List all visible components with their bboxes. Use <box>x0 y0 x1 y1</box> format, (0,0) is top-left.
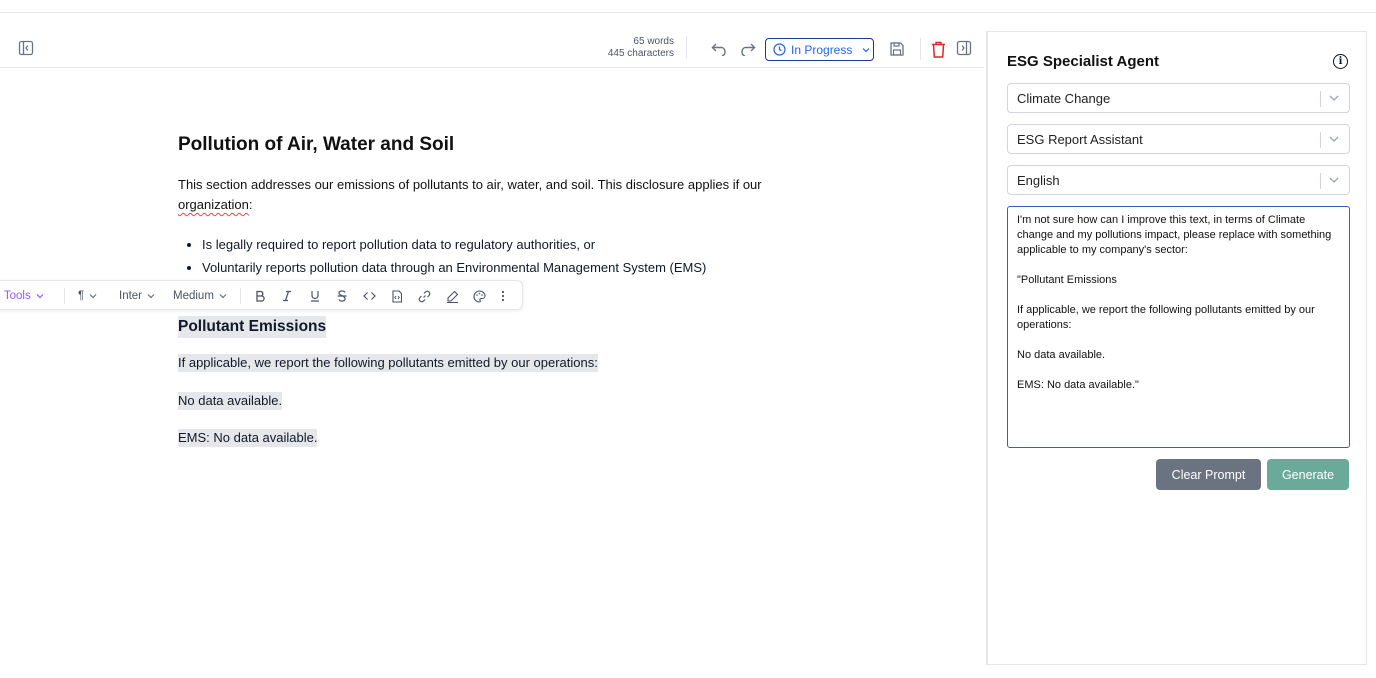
underline-icon <box>311 291 319 302</box>
characters-count: 445 characters <box>607 48 674 59</box>
status-label: In Progress <box>791 42 853 57</box>
word-count: 65 words 445 characters <box>608 36 674 60</box>
panel-left-icon <box>18 40 34 56</box>
code-block-button[interactable] <box>391 281 403 311</box>
delete-button[interactable] <box>928 39 948 59</box>
text-color-button[interactable] <box>473 281 486 311</box>
undo-button[interactable] <box>709 39 729 59</box>
toolbar-divider <box>686 36 687 58</box>
panel-title: ESG Specialist Agent <box>1007 53 1159 70</box>
language-select-value: English <box>1017 172 1060 188</box>
clock-icon <box>773 43 786 56</box>
select-divider <box>1320 173 1321 189</box>
chevron-down-icon <box>1329 136 1339 142</box>
link-button[interactable] <box>418 281 431 311</box>
esg-agent-panel: ESG Specialist Agent i Climate Change ES… <box>986 31 1367 665</box>
ai-tools-label: AI Tools <box>0 290 31 302</box>
collapse-sidebar-button[interactable] <box>17 39 35 57</box>
bold-button[interactable] <box>254 281 266 311</box>
assistant-select-value: ESG Report Assistant <box>1017 131 1143 147</box>
section-heading: Pollutant Emissions <box>178 316 327 338</box>
toggle-right-panel-button[interactable] <box>955 39 973 57</box>
code-block-icon <box>392 289 403 303</box>
ai-tools-dropdown[interactable]: AI Tools <box>0 281 45 311</box>
list-item: Is legally required to report pollution … <box>202 233 778 256</box>
italic-icon <box>283 290 291 302</box>
words-count: 65 words <box>633 36 674 47</box>
intro-paragraph: This section addresses our emissions of … <box>178 175 778 215</box>
italic-button[interactable] <box>281 281 293 311</box>
more-vertical-icon <box>501 290 505 302</box>
language-select[interactable]: English <box>1007 165 1350 195</box>
palette-icon <box>473 289 486 303</box>
top-divider <box>0 12 1376 13</box>
bullet-list: Is legally required to report pollution … <box>178 233 778 279</box>
font-family-label: Inter <box>119 290 143 302</box>
topic-select-value: Climate Change <box>1017 90 1111 106</box>
select-divider <box>1320 91 1321 107</box>
bold-icon <box>256 290 265 302</box>
undo-icon <box>711 43 726 56</box>
redo-button[interactable] <box>737 39 757 59</box>
highlight-button[interactable] <box>446 281 459 311</box>
strikethrough-icon <box>337 290 347 302</box>
save-button[interactable] <box>887 39 907 59</box>
more-options-button[interactable] <box>501 281 505 311</box>
info-icon[interactable]: i <box>1333 54 1348 69</box>
chevron-down-icon <box>147 294 155 299</box>
formatting-toolbar: AI Tools ¶ Inter Medium <box>0 280 523 310</box>
no-data-text: No data available. <box>178 392 283 410</box>
highlighter-icon <box>447 290 459 303</box>
underline-button[interactable] <box>309 281 321 311</box>
generate-button[interactable]: Generate <box>1267 459 1349 490</box>
redo-icon <box>740 43 755 56</box>
topic-select[interactable]: Climate Change <box>1007 83 1350 113</box>
intro-text: This section addresses our emissions of … <box>178 177 762 192</box>
misspelled-word: organization <box>178 197 249 212</box>
chevron-down-icon <box>1329 95 1339 101</box>
intro-punct: : <box>248 197 253 212</box>
save-icon <box>890 42 904 56</box>
status-dropdown[interactable]: In Progress <box>765 38 874 61</box>
font-weight-dropdown[interactable]: Medium <box>173 281 228 311</box>
strikethrough-button[interactable] <box>336 281 348 311</box>
font-family-dropdown[interactable]: Inter <box>119 281 156 311</box>
code-icon <box>363 292 376 300</box>
font-weight-label: Medium <box>173 290 214 302</box>
trash-icon <box>931 41 945 58</box>
assistant-select[interactable]: ESG Report Assistant <box>1007 124 1350 154</box>
section-intro: If applicable, we report the following p… <box>178 354 598 372</box>
chevron-down-icon <box>219 294 227 299</box>
code-button[interactable] <box>363 281 376 311</box>
editor-toolbar: 65 words 445 characters In Progress <box>0 30 984 68</box>
document-title: Pollution of Air, Water and Soil <box>178 134 455 155</box>
toolbar-divider <box>64 288 65 304</box>
document-body[interactable]: Pollution of Air, Water and Soil This se… <box>178 132 778 279</box>
select-divider <box>1320 132 1321 148</box>
chevron-down-icon <box>1329 177 1339 183</box>
paragraph-icon: ¶ <box>78 290 85 302</box>
selected-section[interactable]: Pollutant Emissions If applicable, we re… <box>178 316 798 447</box>
chevron-down-icon <box>89 294 97 299</box>
chevron-down-icon <box>36 294 44 299</box>
chevron-down-icon <box>862 47 870 52</box>
clear-prompt-button[interactable]: Clear Prompt <box>1156 459 1261 490</box>
link-icon <box>418 290 431 302</box>
toolbar-divider <box>920 38 921 60</box>
list-item: Voluntarily reports pollution data throu… <box>202 256 778 279</box>
panel-right-icon <box>956 40 972 56</box>
toolbar-divider <box>240 288 241 304</box>
paragraph-style-dropdown[interactable]: ¶ <box>78 281 98 311</box>
prompt-textarea[interactable]: I'm not sure how can I improve this text… <box>1007 206 1350 448</box>
ems-text: EMS: No data available. <box>178 429 318 447</box>
